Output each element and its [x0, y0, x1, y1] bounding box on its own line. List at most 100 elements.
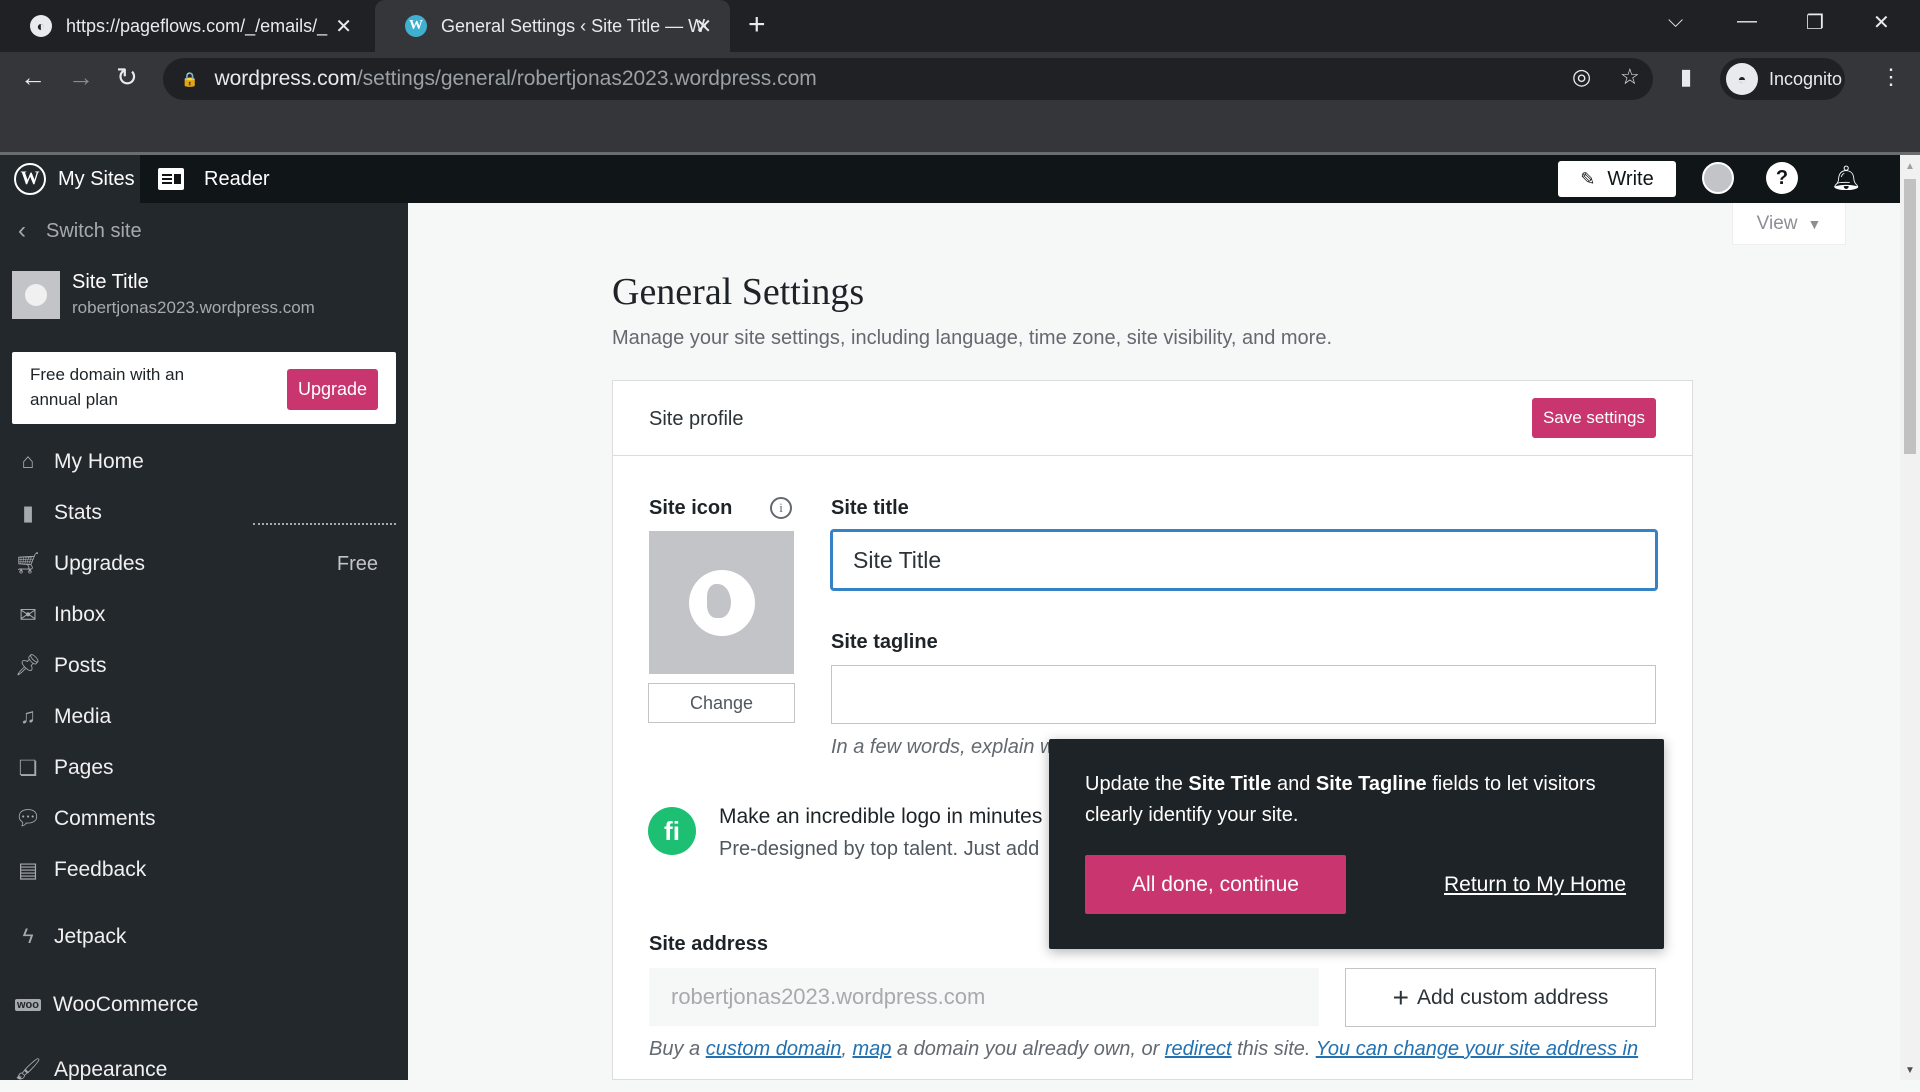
url-host: wordpress.com — [214, 67, 357, 90]
view-dropdown[interactable]: View ▼ — [1732, 203, 1846, 245]
incognito-profile[interactable]: ◓ Incognito — [1720, 58, 1845, 100]
globe-icon: ◐ — [30, 15, 52, 37]
site-name: Site Title — [72, 271, 149, 293]
back-icon[interactable]: ← — [20, 62, 46, 93]
change-icon-button[interactable]: Change — [648, 683, 795, 723]
site-title-label: Site title — [831, 497, 909, 519]
sidebar-item-media[interactable]: ♫ Media — [0, 695, 408, 739]
add-custom-address-button[interactable]: + Add custom address — [1345, 968, 1656, 1027]
help-icon[interactable]: ? — [1766, 162, 1798, 194]
hint-text: a domain you already own, or — [891, 1038, 1165, 1060]
sidebar-item-label: Posts — [54, 654, 107, 677]
side-panel-icon[interactable]: ▮ — [1680, 64, 1692, 90]
domain-upsell-banner: Free domain with an annual plan Upgrade — [12, 352, 396, 424]
star-icon[interactable]: ☆ — [1620, 64, 1640, 90]
reload-icon[interactable]: ↻ — [116, 62, 138, 93]
brush-icon: 🖌︎ — [14, 1058, 42, 1081]
sidebar-item-my-home[interactable]: ⌂ My Home — [0, 440, 408, 484]
sidebar: ‹ Switch site Site Title robertjonas2023… — [0, 203, 408, 1081]
media-icon: ♫ — [20, 705, 36, 728]
browser-menu-icon[interactable]: ⋮ — [1880, 64, 1902, 90]
tour-message: Update the Site Title and Site Tagline f… — [1085, 773, 1596, 826]
globe-icon — [25, 284, 47, 306]
my-sites-button[interactable]: W My Sites — [0, 155, 140, 203]
feedback-icon: ▤ — [18, 858, 38, 882]
wordpress-logo-icon: W — [14, 163, 46, 195]
sidebar-item-posts[interactable]: 📌︎ Posts — [0, 644, 408, 688]
minimize-icon[interactable]: — — [1737, 10, 1757, 33]
map-domain-link[interactable]: map — [852, 1038, 891, 1060]
sidebar-item-jetpack[interactable]: ϟ Jetpack — [0, 915, 408, 959]
browser-tab-general-settings[interactable]: W General Settings ‹ Site Title — WordPr… — [375, 0, 730, 52]
site-title-input[interactable] — [831, 530, 1657, 590]
stats-icon: ▮ — [22, 501, 34, 525]
page-subtitle: Manage your site settings, including lan… — [612, 327, 1333, 349]
restore-icon[interactable]: ❐ — [1806, 10, 1824, 35]
window-close-icon[interactable]: ✕ — [1873, 10, 1890, 35]
notifications-bell-icon[interactable]: 🔔︎ — [1830, 162, 1862, 194]
sidebar-item-inbox[interactable]: ✉ Inbox — [0, 593, 408, 637]
site-icon-label: Site icon — [649, 497, 733, 519]
write-label: Write — [1607, 167, 1654, 190]
avatar[interactable] — [1702, 162, 1734, 194]
scroll-down-icon[interactable]: ▼ — [1905, 1065, 1915, 1076]
sidebar-item-comments[interactable]: 💬︎ Comments — [0, 797, 408, 841]
reader-button[interactable]: Reader — [158, 168, 270, 191]
scrollbar-thumb[interactable] — [1904, 179, 1916, 454]
logo-promo-title[interactable]: Make an incredible logo in minutes — [719, 805, 1042, 829]
custom-domain-link[interactable]: custom domain — [706, 1038, 842, 1060]
sidebar-item-woocommerce[interactable]: woo WooCommerce — [0, 983, 408, 1027]
save-settings-button[interactable]: Save settings — [1531, 398, 1656, 438]
close-tab-icon[interactable]: ✕ — [695, 14, 712, 39]
sidebar-item-appearance[interactable]: 🖌︎ Appearance — [0, 1048, 408, 1092]
current-site[interactable]: Site Title robertjonas2023.wordpress.com — [12, 271, 315, 319]
tab-search-icon[interactable]: ⌵ — [1668, 10, 1683, 33]
plus-icon: + — [1392, 981, 1409, 1013]
sidebar-item-label: Feedback — [54, 858, 147, 881]
close-tab-icon[interactable]: ✕ — [335, 14, 352, 39]
pages-icon: ❏ — [18, 756, 38, 780]
new-tab-button[interactable]: + — [748, 10, 766, 40]
sidebar-item-label: WooCommerce — [53, 993, 199, 1016]
my-sites-label: My Sites — [58, 167, 135, 190]
site-url: robertjonas2023.wordpress.com — [72, 298, 315, 317]
sidebar-item-label: Media — [54, 705, 112, 728]
tab-title: https://pageflows.com/_/emails/_ — [66, 15, 328, 36]
browser-tab-pageflows[interactable]: ◐ https://pageflows.com/_/emails/_ ✕ — [0, 0, 370, 52]
site-tagline-input[interactable] — [831, 665, 1656, 724]
site-address-input: robertjonas2023.wordpress.com — [649, 968, 1319, 1026]
hint-text: , — [841, 1038, 853, 1060]
upgrade-button[interactable]: Upgrade — [286, 369, 378, 410]
sidebar-item-label: Appearance — [54, 1058, 168, 1081]
page-title: General Settings — [612, 271, 865, 313]
jetpack-icon: ϟ — [22, 925, 34, 948]
site-address-label: Site address — [649, 933, 768, 955]
change-site-address-link[interactable]: You can change your site address in — [1316, 1038, 1638, 1060]
sidebar-item-feedback[interactable]: ▤ Feedback — [0, 848, 408, 892]
all-done-continue-button[interactable]: All done, continue — [1085, 855, 1346, 914]
sidebar-item-pages[interactable]: ❏ Pages — [0, 746, 408, 790]
sidebar-item-label: Comments — [54, 807, 156, 830]
address-bar[interactable]: 🔒 wordpress.com /settings/general/robert… — [163, 58, 1653, 100]
sidebar-item-stats[interactable]: ▮ Stats — [0, 491, 408, 535]
incognito-label: Incognito — [1769, 68, 1843, 89]
sidebar-item-upgrades[interactable]: 🛒︎ Upgrades Free — [0, 542, 408, 586]
forward-icon[interactable]: → — [68, 62, 94, 93]
scroll-up-icon[interactable]: ▲ — [1905, 161, 1915, 172]
eye-off-icon[interactable]: ◎ — [1572, 64, 1591, 90]
guided-tour-popover: Update the Site Title and Site Tagline f… — [1049, 739, 1664, 949]
write-button[interactable]: ✎ Write — [1558, 161, 1676, 197]
sidebar-item-label: Inbox — [54, 603, 106, 626]
info-icon[interactable]: i — [770, 497, 792, 519]
page-scrollbar[interactable]: ▲ ▼ — [1900, 155, 1920, 1080]
add-custom-address-label: Add custom address — [1416, 985, 1609, 1009]
caret-down-icon: ▼ — [1807, 215, 1822, 232]
hint-text: this site. — [1231, 1038, 1316, 1060]
site-tagline-label: Site tagline — [831, 631, 938, 653]
return-to-my-home-link[interactable]: Return to My Home — [1444, 873, 1626, 897]
switch-site-link[interactable]: ‹ Switch site — [18, 217, 142, 245]
site-address-hint: Buy a custom domain, map a domain you al… — [649, 1038, 1638, 1061]
feather-icon: ✎ — [1580, 168, 1596, 189]
incognito-icon: ◓ — [1726, 63, 1758, 95]
redirect-link[interactable]: redirect — [1165, 1038, 1232, 1060]
